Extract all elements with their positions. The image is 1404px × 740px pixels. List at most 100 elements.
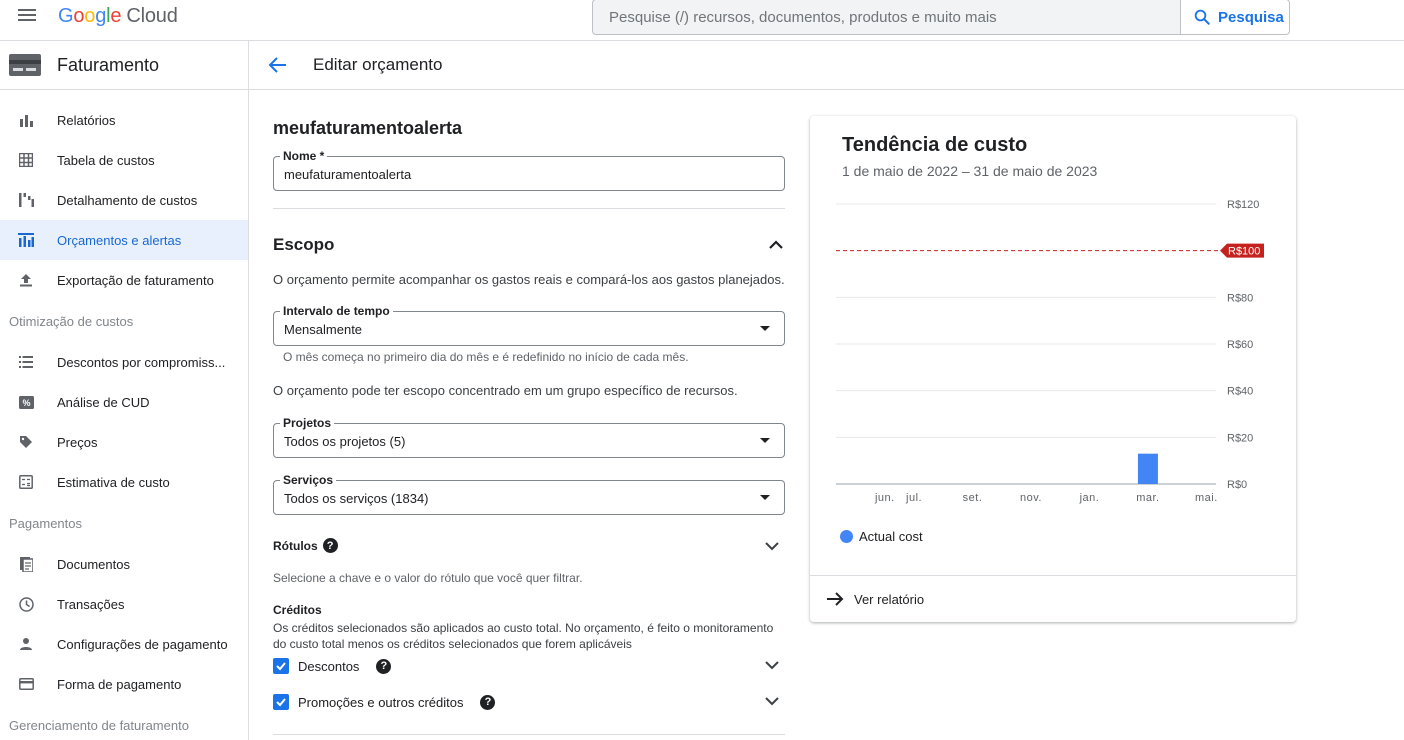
discounts-label: Descontos bbox=[298, 658, 360, 674]
sidebar-item-pricing[interactable]: Preços bbox=[0, 422, 248, 462]
cost-bar bbox=[1137, 453, 1158, 484]
sidebar-item-label: Forma de pagamento bbox=[57, 676, 182, 692]
sidebar-item-transactions[interactable]: Transações bbox=[0, 584, 248, 624]
y-tick-label: R$0 bbox=[1227, 479, 1247, 491]
calculator-icon bbox=[17, 473, 35, 491]
time-interval-hint: O mês começa no primeiro dia do mês e é … bbox=[283, 350, 689, 364]
sidebar-item-payment-method[interactable]: Forma de pagamento bbox=[0, 664, 248, 704]
arrow-right-icon bbox=[827, 592, 844, 606]
chart-legend: Actual cost bbox=[840, 529, 923, 544]
person-icon bbox=[17, 635, 35, 653]
sidebar-list: Relatórios Tabela de custos Detalhamento… bbox=[0, 90, 248, 740]
sidebar-item-label: Preços bbox=[57, 434, 98, 450]
svg-text:%: % bbox=[22, 398, 30, 408]
x-tick-label: nov. bbox=[1020, 492, 1042, 504]
time-interval-value: Mensalmente bbox=[284, 322, 363, 337]
credits-title: Créditos bbox=[273, 603, 322, 617]
search-icon bbox=[1194, 9, 1210, 25]
top-bar: GoogleCloud Pesquisa bbox=[0, 0, 1404, 41]
upload-icon bbox=[17, 271, 35, 289]
view-report-link[interactable]: Ver relatório bbox=[810, 575, 1296, 622]
labels-description: Selecione a chave e o valor do rótulo qu… bbox=[273, 571, 583, 585]
credits-description: Os créditos selecionados são aplicados a… bbox=[273, 621, 774, 651]
back-arrow-icon[interactable] bbox=[267, 54, 289, 76]
search-button-label: Pesquisa bbox=[1218, 8, 1284, 26]
sidebar-item-label: Estimativa de custo bbox=[57, 474, 170, 490]
scope-description-2: O orçamento pode ter escopo concentrado … bbox=[273, 383, 738, 398]
page-title: Editar orçamento bbox=[313, 55, 443, 74]
sidebar-header: Faturamento bbox=[0, 41, 248, 90]
services-value: Todos os serviços (1834) bbox=[284, 491, 429, 506]
logo-letter: G bbox=[58, 5, 74, 27]
sidebar-item-label: Descontos por compromiss... bbox=[57, 354, 226, 370]
dropdown-arrow-icon bbox=[760, 438, 770, 443]
sidebar-item-cost-table[interactable]: Tabela de custos bbox=[0, 140, 248, 180]
chevron-up-icon[interactable] bbox=[767, 236, 785, 254]
sidebar-item-cost-breakdown[interactable]: Detalhamento de custos bbox=[0, 180, 248, 220]
sidebar-item-billing-export[interactable]: Exportação de faturamento bbox=[0, 260, 248, 300]
document-icon bbox=[17, 555, 35, 573]
projects-select[interactable]: Projetos Todos os projetos (5) bbox=[273, 416, 785, 458]
search-button[interactable]: Pesquisa bbox=[1180, 0, 1290, 35]
sidebar-item-payment-settings[interactable]: Configurações de pagamento bbox=[0, 624, 248, 664]
cost-trend-card: Tendência de custo 1 de maio de 2022 – 3… bbox=[810, 116, 1296, 622]
logo-letter: o bbox=[73, 5, 85, 27]
name-field-label: Nome * bbox=[280, 149, 328, 163]
help-icon[interactable]: ? bbox=[480, 694, 496, 710]
x-tick-label: mai. bbox=[1195, 492, 1218, 504]
y-tick-label: R$20 bbox=[1227, 432, 1253, 444]
hamburger-menu-icon[interactable] bbox=[14, 6, 40, 28]
labels-title: Rótulos bbox=[273, 538, 318, 553]
view-report-label: Ver relatório bbox=[854, 591, 925, 607]
logo-cloud-text: Cloud bbox=[126, 5, 178, 27]
services-label: Serviços bbox=[280, 473, 337, 487]
legend-label: Actual cost bbox=[859, 529, 923, 544]
y-tick-label: R$60 bbox=[1227, 339, 1253, 351]
budget-name-heading: meufaturamentoalerta bbox=[273, 118, 463, 138]
credit-card-icon bbox=[17, 675, 35, 693]
discounts-checkbox-row[interactable]: Descontos ? bbox=[273, 658, 392, 674]
logo-letter: o bbox=[84, 5, 96, 27]
y-tick-label: R$40 bbox=[1227, 386, 1253, 398]
sidebar-item-label: Documentos bbox=[57, 556, 130, 572]
x-tick-label: jan. bbox=[1079, 492, 1100, 504]
sidebar-item-label: Relatórios bbox=[57, 112, 116, 128]
projects-value: Todos os projetos (5) bbox=[284, 434, 406, 449]
table-icon bbox=[17, 151, 35, 169]
search-input[interactable] bbox=[593, 0, 1180, 34]
sidebar-item-label: Orçamentos e alertas bbox=[57, 232, 182, 248]
checkbox-checked-icon[interactable] bbox=[273, 694, 289, 710]
promotions-checkbox-row[interactable]: Promoções e outros créditos ? bbox=[273, 694, 496, 710]
list-icon bbox=[17, 353, 35, 371]
chevron-down-icon[interactable] bbox=[763, 656, 781, 674]
sidebar-item-documents[interactable]: Documentos bbox=[0, 544, 248, 584]
sidebar-item-label: Transações bbox=[57, 596, 125, 612]
chevron-down-icon[interactable] bbox=[763, 537, 781, 555]
logo-letter: g bbox=[95, 5, 107, 27]
checkbox-checked-icon[interactable] bbox=[273, 658, 289, 674]
time-interval-select[interactable]: Intervalo de tempo Mensalmente bbox=[273, 304, 785, 346]
chevron-down-icon[interactable] bbox=[763, 692, 781, 710]
sidebar-item-cost-estimate[interactable]: Estimativa de custo bbox=[0, 462, 248, 502]
sidebar-item-reports[interactable]: Relatórios bbox=[0, 100, 248, 140]
y-tick-label: R$120 bbox=[1227, 199, 1259, 211]
card-title: Tendência de custo bbox=[842, 134, 1028, 156]
services-select[interactable]: Serviços Todos os serviços (1834) bbox=[273, 473, 785, 515]
sidebar-item-cud-analysis[interactable]: % Análise de CUD bbox=[0, 382, 248, 422]
sidebar-item-budgets-alerts[interactable]: Orçamentos e alertas bbox=[0, 220, 248, 260]
name-field[interactable]: Nome * meufaturamentoalerta bbox=[273, 149, 785, 191]
help-icon[interactable]: ? bbox=[376, 658, 392, 674]
help-icon[interactable]: ? bbox=[322, 538, 338, 553]
search-box bbox=[592, 0, 1181, 35]
sidebar-item-label: Análise de CUD bbox=[57, 394, 150, 410]
waterfall-icon bbox=[17, 191, 35, 209]
sidebar-item-commitment-discounts[interactable]: Descontos por compromiss... bbox=[0, 342, 248, 382]
budget-icon bbox=[17, 231, 35, 249]
promotions-label: Promoções e outros créditos bbox=[298, 694, 464, 710]
x-tick-label: set. bbox=[963, 492, 983, 504]
x-tick-label: mar. bbox=[1136, 492, 1159, 504]
tag-icon bbox=[17, 433, 35, 451]
sidebar-section-cost-optimization: Otimização de custos bbox=[9, 313, 134, 329]
y-tick-label: R$80 bbox=[1227, 292, 1253, 304]
google-cloud-logo[interactable]: Google Cloud bbox=[58, 5, 178, 28]
